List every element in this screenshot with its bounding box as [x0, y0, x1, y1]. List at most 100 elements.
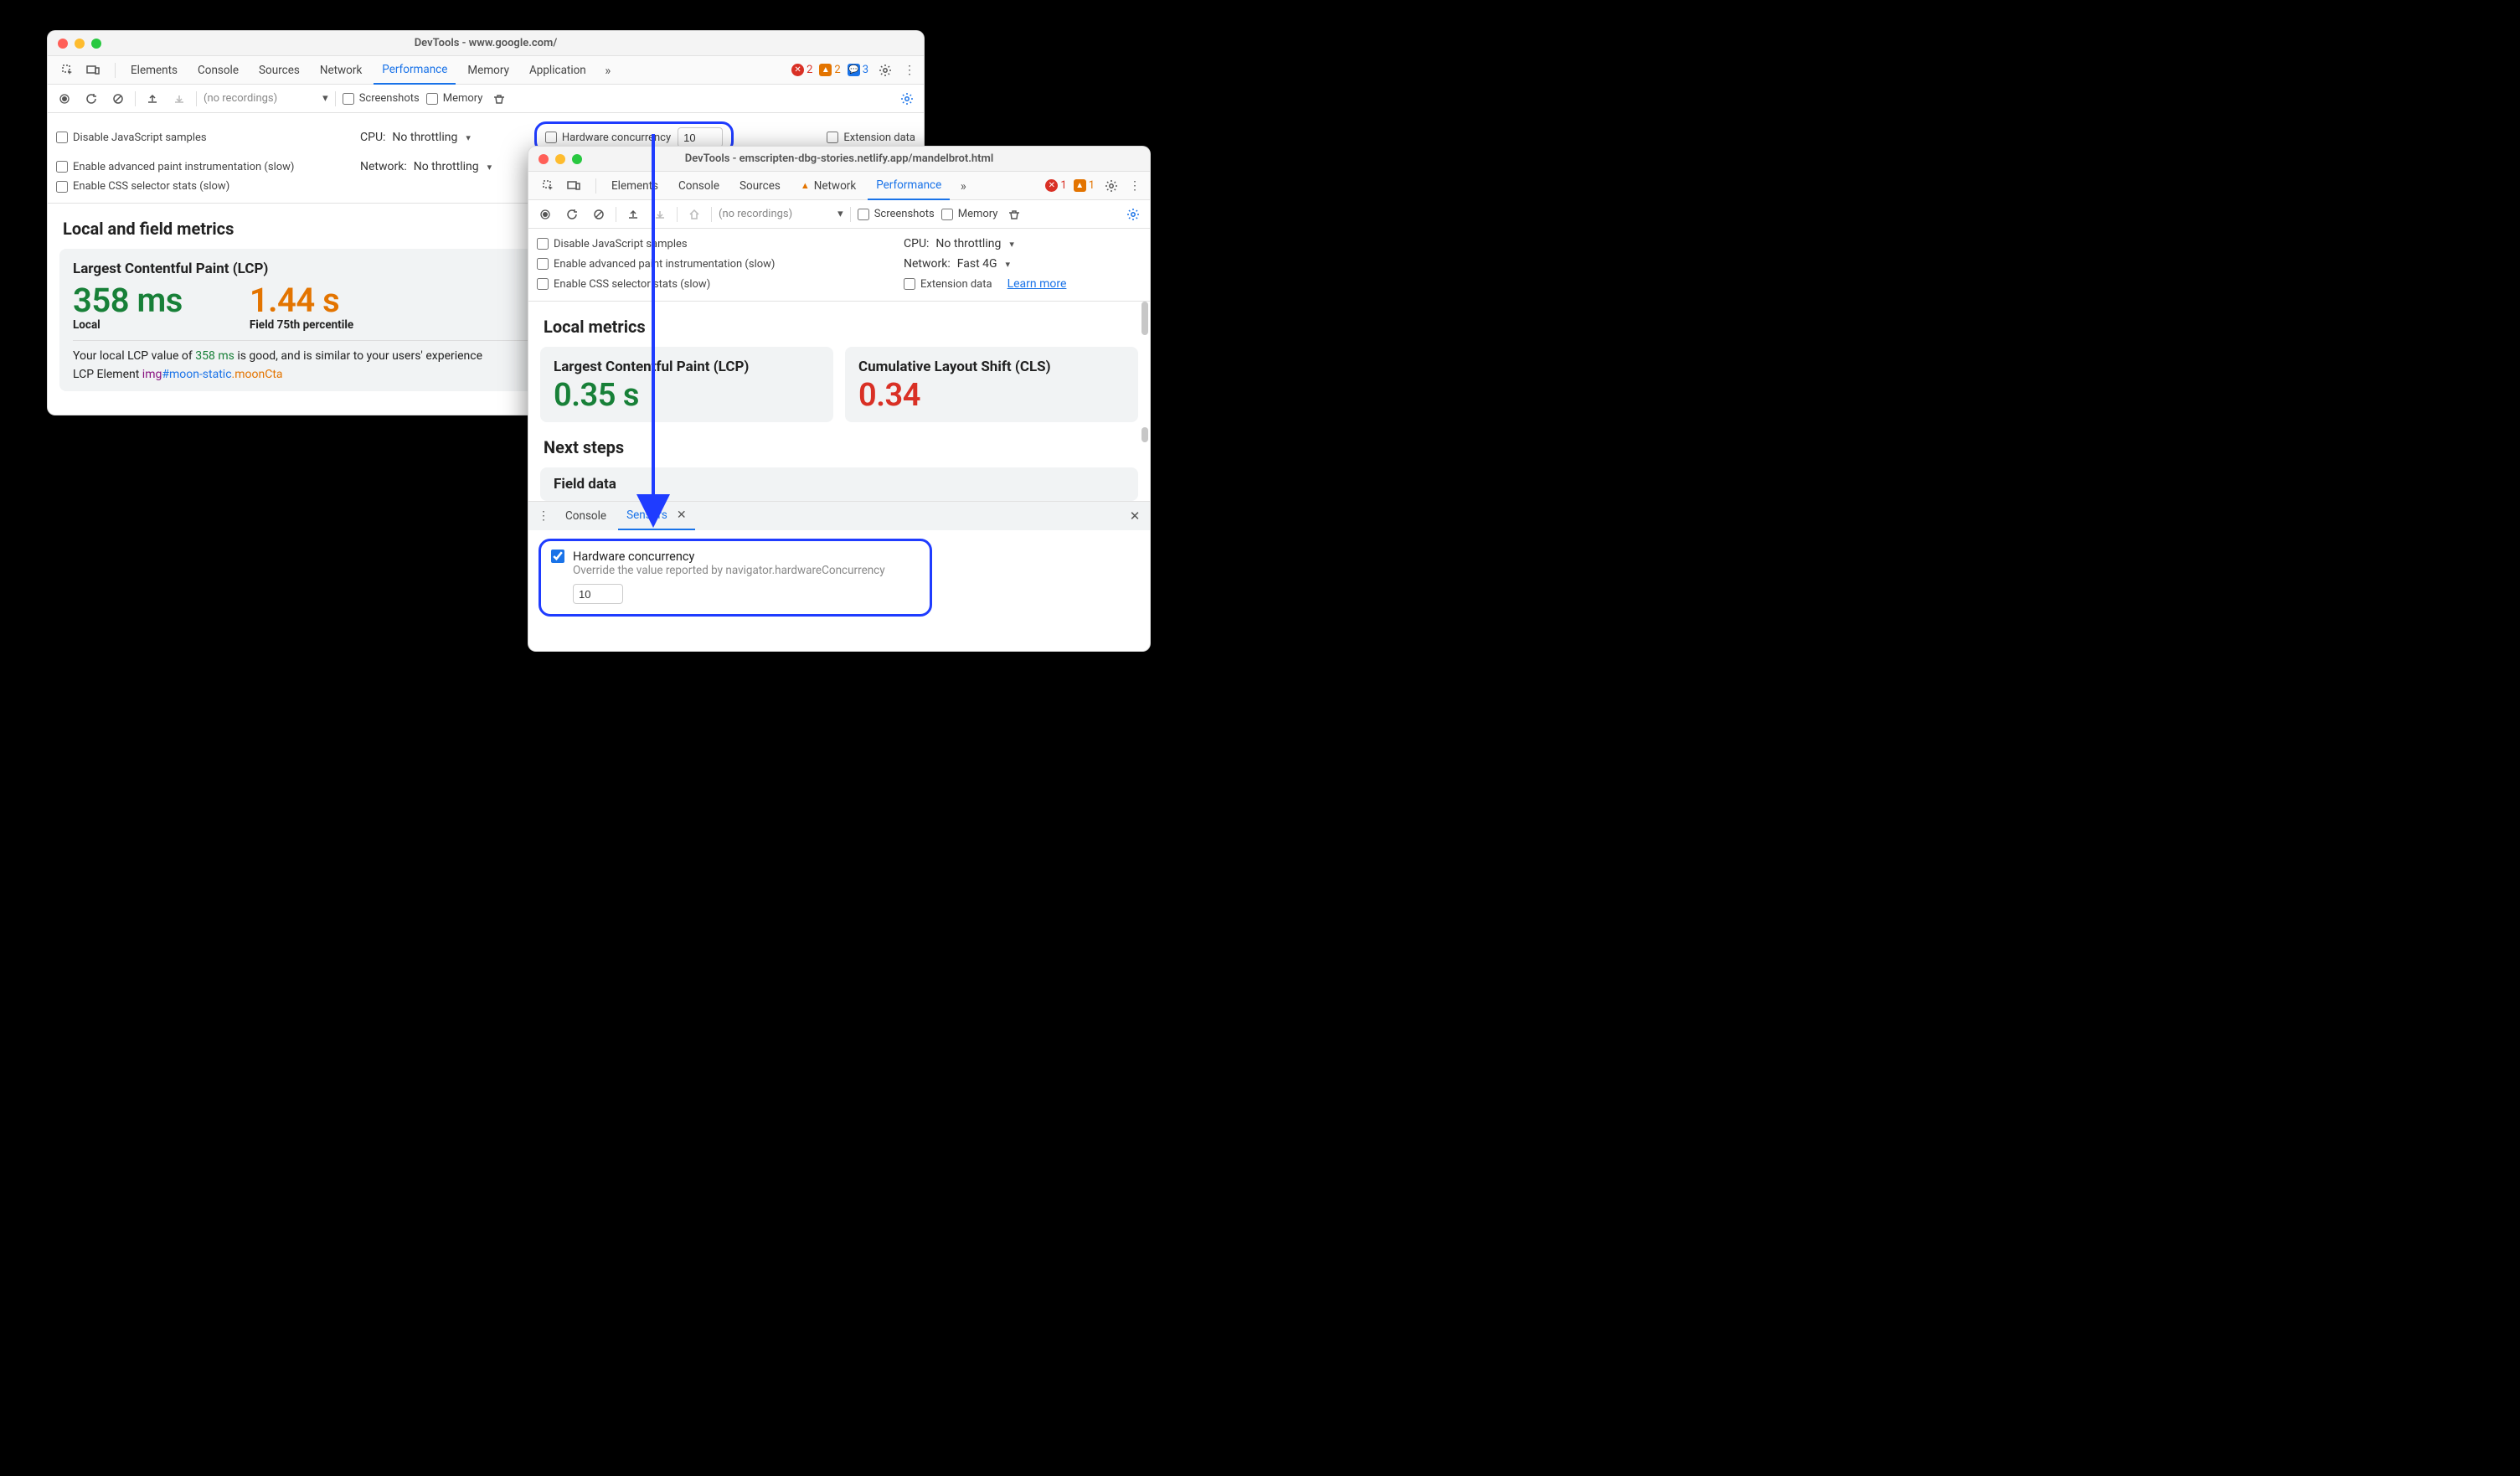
settings-gear-icon[interactable] — [1101, 176, 1121, 196]
kebab-menu-icon[interactable]: ⋮ — [899, 60, 919, 80]
perf-settings-gear-icon[interactable] — [1123, 204, 1143, 224]
tab-sources[interactable]: Sources — [250, 56, 308, 85]
memory-checkbox[interactable]: Memory — [941, 208, 998, 220]
error-count[interactable]: ✕2 — [791, 64, 812, 76]
tab-network[interactable]: ▲Network — [792, 172, 864, 200]
tab-network[interactable]: Network — [312, 56, 370, 85]
close-dot[interactable] — [539, 154, 549, 164]
window-title: DevTools - www.google.com/ — [48, 37, 924, 49]
close-dot[interactable] — [58, 39, 68, 49]
drawer-tab-console[interactable]: Console — [557, 502, 615, 530]
tab-performance[interactable]: Performance — [374, 56, 456, 85]
extension-data-checkbox[interactable]: Extension data — [827, 132, 915, 144]
more-tabs-icon[interactable]: » — [953, 176, 973, 196]
tab-console[interactable]: Console — [189, 56, 247, 85]
tag: img — [142, 368, 162, 381]
label: Disable JavaScript samples — [554, 238, 688, 250]
close-drawer-icon[interactable]: ✕ — [1125, 506, 1145, 526]
more-tabs-icon[interactable]: » — [598, 60, 618, 80]
metrics-content: Local metrics Largest Contentful Paint (… — [528, 302, 1150, 501]
label: Hardware concurrency — [562, 132, 671, 144]
hardware-concurrency-input[interactable] — [678, 127, 723, 147]
screenshots-checkbox[interactable]: Screenshots — [858, 208, 935, 220]
home-icon[interactable] — [684, 204, 704, 224]
cpu-select[interactable]: No throttling — [392, 131, 470, 144]
class: .moonCta — [232, 368, 283, 381]
download-icon[interactable] — [650, 204, 670, 224]
hardware-concurrency-input[interactable] — [573, 584, 623, 604]
advanced-paint-checkbox[interactable]: Enable advanced paint instrumentation (s… — [537, 258, 889, 271]
network-select[interactable]: No throttling — [414, 160, 492, 173]
inspect-icon[interactable] — [539, 176, 559, 196]
scrollbar-thumb[interactable] — [1141, 427, 1148, 442]
error-count[interactable]: ✕1 — [1045, 179, 1066, 192]
extension-data-checkbox[interactable]: Extension data — [904, 278, 992, 291]
recordings-select[interactable]: (no recordings)▾ — [204, 92, 328, 105]
disable-js-checkbox[interactable]: Disable JavaScript samples — [537, 238, 889, 250]
perf-settings-gear-icon[interactable] — [897, 89, 917, 109]
gc-icon[interactable] — [1004, 204, 1024, 224]
info-count[interactable]: 💬3 — [848, 64, 868, 76]
upload-icon[interactable] — [142, 89, 162, 109]
tab-application[interactable]: Application — [521, 56, 595, 85]
label: Console — [565, 509, 606, 523]
css-stats-checkbox[interactable]: Enable CSS selector stats (slow) — [537, 278, 889, 291]
clear-icon[interactable] — [108, 89, 128, 109]
cls-card: Cumulative Layout Shift (CLS) 0.34 — [845, 347, 1138, 422]
value: No throttling — [392, 131, 457, 144]
panel-tabstrip: Elements Console Sources ▲Network Perfor… — [528, 172, 1150, 200]
reload-record-icon[interactable] — [81, 89, 101, 109]
upload-icon[interactable] — [623, 204, 643, 224]
tab-elements[interactable]: Elements — [603, 172, 667, 200]
tab-elements[interactable]: Elements — [122, 56, 186, 85]
device-toolbar-icon[interactable] — [83, 60, 103, 80]
hardware-concurrency-checkbox[interactable]: Hardware concurrency — [545, 132, 671, 144]
close-tab-icon[interactable]: ✕ — [677, 508, 687, 522]
gc-icon[interactable] — [489, 89, 509, 109]
device-toolbar-icon[interactable] — [564, 176, 584, 196]
scrollbar-thumb[interactable] — [1141, 302, 1148, 335]
advanced-paint-checkbox[interactable]: Enable advanced paint instrumentation (s… — [56, 161, 345, 173]
learn-more-link[interactable]: Learn more — [1007, 277, 1067, 291]
download-icon[interactable] — [169, 89, 189, 109]
local-metrics-heading: Local metrics — [544, 317, 1135, 337]
label: Screenshots — [359, 92, 420, 105]
memory-checkbox[interactable]: Memory — [426, 92, 483, 105]
cls-title: Cumulative Layout Shift (CLS) — [858, 359, 1125, 375]
drawer-tabstrip: ⋮ Console Sensors✕ ✕ — [528, 502, 1150, 530]
label: LCP Element — [73, 368, 142, 381]
minimize-dot[interactable] — [75, 39, 85, 49]
screenshots-checkbox[interactable]: Screenshots — [343, 92, 420, 105]
zoom-dot[interactable] — [91, 39, 101, 49]
cpu-label: CPU: — [904, 237, 929, 250]
cpu-select[interactable]: No throttling — [935, 237, 1013, 250]
warning-count[interactable]: ▲2 — [819, 64, 840, 76]
label: Extension data — [920, 278, 992, 291]
perf-toolbar: (no recordings)▾ Screenshots Memory — [48, 85, 924, 113]
disable-js-checkbox[interactable]: Disable JavaScript samples — [56, 132, 345, 144]
tab-sources[interactable]: Sources — [731, 172, 789, 200]
zoom-dot[interactable] — [572, 154, 582, 164]
warning-count[interactable]: ▲1 — [1074, 179, 1095, 192]
hardware-concurrency-checkbox[interactable] — [551, 550, 564, 563]
inspect-icon[interactable] — [58, 60, 78, 80]
css-stats-checkbox[interactable]: Enable CSS selector stats (slow) — [56, 180, 229, 193]
tab-console[interactable]: Console — [670, 172, 728, 200]
tab-memory[interactable]: Memory — [459, 56, 518, 85]
t: 358 ms — [195, 349, 234, 363]
perf-toolbar: (no recordings)▾ Screenshots Memory — [528, 200, 1150, 229]
clear-icon[interactable] — [589, 204, 609, 224]
network-select[interactable]: Fast 4G — [957, 257, 1010, 271]
record-icon[interactable] — [535, 204, 555, 224]
reload-record-icon[interactable] — [562, 204, 582, 224]
lcp-card: Largest Contentful Paint (LCP) 0.35 s — [540, 347, 833, 422]
tab-label: Performance — [382, 63, 447, 76]
kebab-menu-icon[interactable]: ⋮ — [1125, 176, 1145, 196]
record-icon[interactable] — [54, 89, 75, 109]
minimize-dot[interactable] — [555, 154, 565, 164]
settings-gear-icon[interactable] — [875, 60, 895, 80]
tab-performance[interactable]: Performance — [868, 172, 950, 200]
drawer-kebab-icon[interactable]: ⋮ — [533, 506, 554, 526]
drawer-tab-sensors[interactable]: Sensors✕ — [618, 502, 695, 530]
recordings-select[interactable]: (no recordings)▾ — [719, 208, 843, 220]
